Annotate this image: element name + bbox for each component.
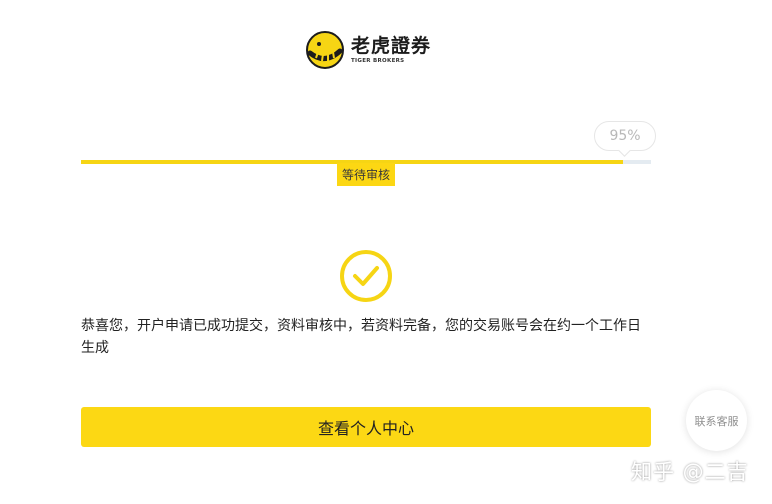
check-circle-icon (340, 250, 392, 302)
brand-name: 老虎證券 (351, 35, 432, 57)
status-message: 恭喜您，开户申请已成功提交，资料审核中，若资料完备，您的交易账号会在约一个工作日… (81, 318, 641, 356)
view-personal-center-button[interactable]: 查看个人中心 (81, 407, 651, 447)
tiger-logo-icon (306, 31, 344, 69)
account-opening-result-page: 老虎證券 TIGER BROKERS 95% 等待审核 恭喜您，开户申请已成功提… (0, 0, 772, 504)
brand-header: 老虎證券 TIGER BROKERS (306, 31, 431, 69)
brand-text: 老虎證券 TIGER BROKERS (351, 35, 431, 65)
watermark: 知乎 @二吉 (631, 460, 749, 484)
brand-subtitle: TIGER BROKERS (351, 58, 405, 64)
customer-service-button[interactable]: 联系客服 (686, 390, 747, 451)
progress-percent-bubble: 95% (594, 121, 656, 151)
progress-stage-tag: 等待审核 (337, 163, 395, 186)
